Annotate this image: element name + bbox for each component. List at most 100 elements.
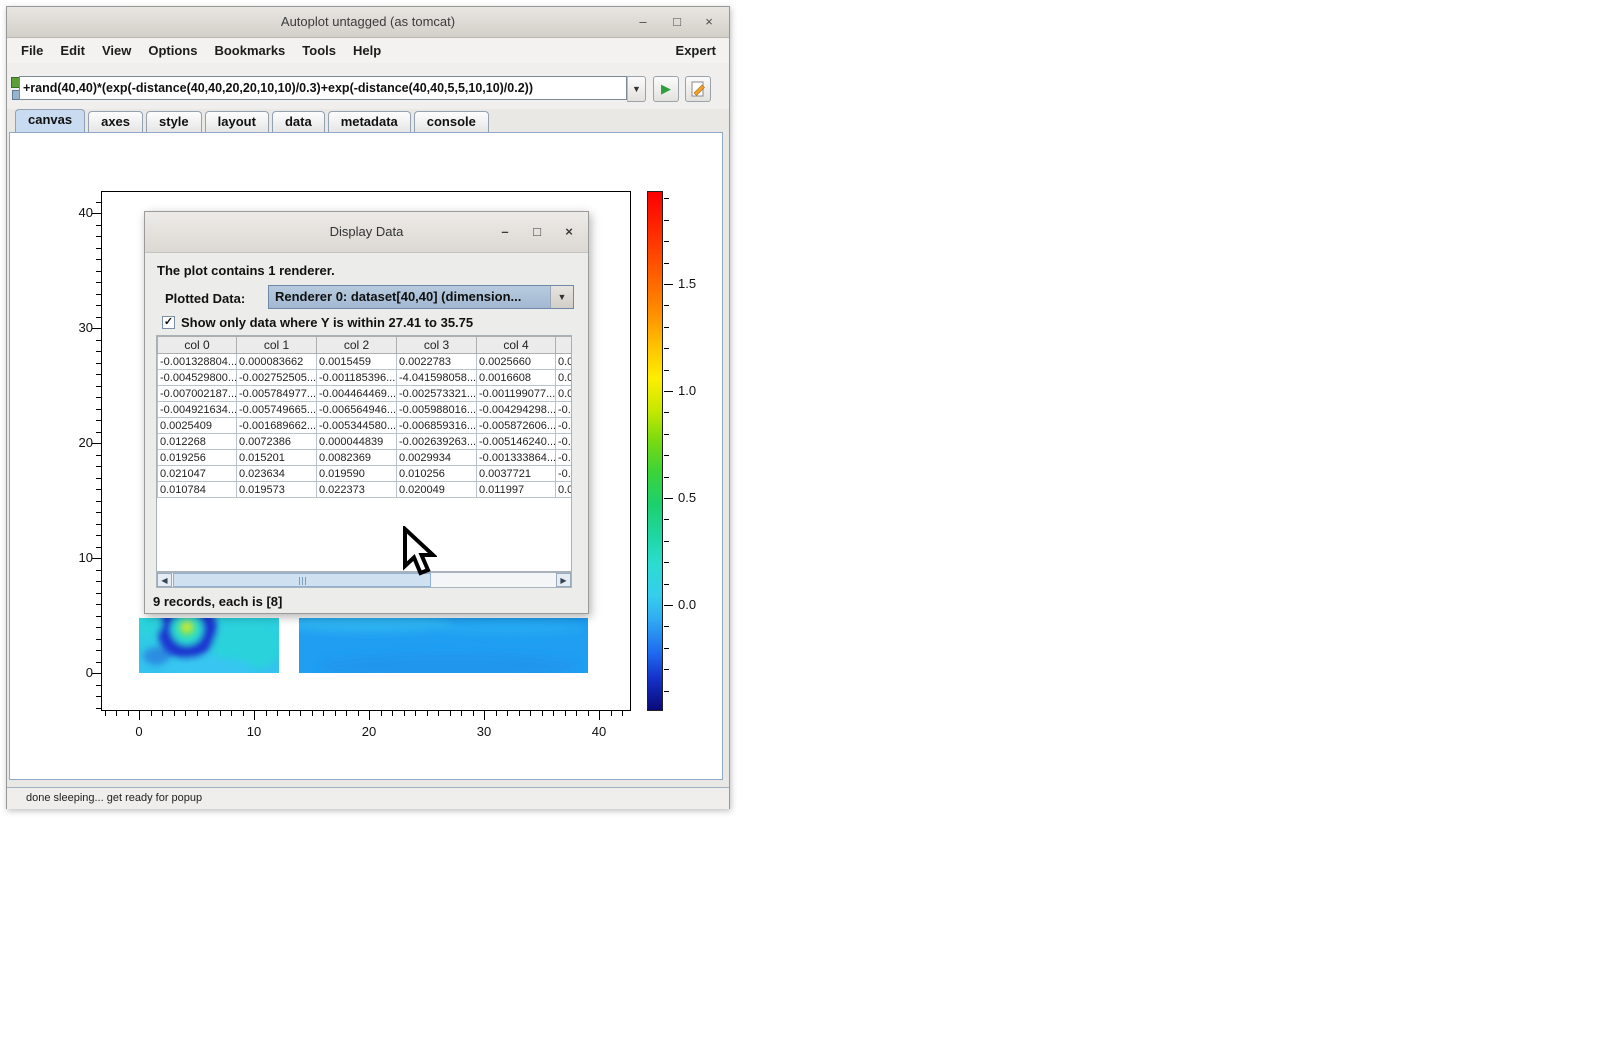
dialog-close-icon[interactable]: × [558, 212, 580, 252]
y-axis-tick [96, 271, 101, 272]
uri-input[interactable] [19, 76, 627, 100]
y-axis-tick [96, 524, 101, 525]
table-cell: -0.005146240... [477, 434, 556, 450]
menu-expert-toggle[interactable]: Expert [676, 38, 716, 63]
menu-item-options[interactable]: Options [148, 43, 197, 58]
y-axis-tick [96, 512, 101, 513]
colorbar-tick [664, 327, 669, 328]
menu-item-view[interactable]: View [102, 43, 131, 58]
table-row[interactable]: 0.0210470.0236340.0195900.0102560.003772… [158, 466, 573, 482]
desktop: Autoplot untagged (as tomcat) – □ × File… [0, 0, 1600, 1050]
x-axis-tick [599, 711, 600, 720]
y-axis-tick [96, 363, 101, 364]
x-axis-tick [197, 711, 198, 716]
table-header-row: col 0col 1col 2col 3col 4 [158, 337, 573, 354]
table-row[interactable]: 0.0107840.0195730.0223730.0200490.011997… [158, 482, 573, 498]
window-titlebar[interactable]: Autoplot untagged (as tomcat) – □ × [7, 7, 729, 38]
dialog-minimize-icon[interactable]: – [494, 212, 516, 252]
x-axis-tick [277, 711, 278, 716]
y-axis-tick [96, 489, 101, 490]
colorbar-tick [664, 562, 669, 563]
dialog-titlebar[interactable]: Display Data – □ × [145, 212, 588, 253]
table-cell: -0.002752505... [237, 370, 317, 386]
scroll-right-icon[interactable]: ▶ [556, 573, 571, 587]
y-axis-tick [96, 570, 101, 571]
table-cell: 0.0025409 [158, 418, 237, 434]
horizontal-scrollbar[interactable]: ◀ ▶ [156, 572, 572, 588]
x-axis-tick [565, 711, 566, 716]
x-axis-tick [151, 711, 152, 716]
y-axis-tick [96, 236, 101, 237]
uri-history-dropdown[interactable]: ▼ [627, 76, 646, 102]
x-axis-tick [300, 711, 301, 716]
table-row[interactable]: -0.004921634...-0.005749665...-0.0065649… [158, 402, 573, 418]
x-axis-tick [588, 711, 589, 716]
tab-data[interactable]: data [272, 111, 325, 133]
y-axis-tick [96, 259, 101, 260]
table-cell: -0.004529800... [158, 370, 237, 386]
colorbar-tick [664, 412, 669, 413]
plot-go-button[interactable]: ▶ [653, 76, 679, 102]
window-close-icon[interactable]: × [697, 7, 721, 37]
tab-style[interactable]: style [146, 111, 202, 133]
data-table-container[interactable]: col 0col 1col 2col 3col 4 -0.001328804..… [156, 335, 572, 572]
inspect-uri-button[interactable] [685, 76, 711, 102]
scrollbar-thumb[interactable] [173, 573, 431, 587]
tab-row: canvasaxesstylelayoutdatametadataconsole [15, 109, 489, 133]
menu-item-help[interactable]: Help [353, 43, 381, 58]
y-axis-tick [92, 443, 101, 444]
window-maximize-icon[interactable]: □ [665, 7, 689, 37]
tab-layout[interactable]: layout [205, 111, 269, 133]
y-axis-tick [96, 420, 101, 421]
y-axis-tick [96, 386, 101, 387]
y-axis-label: 20 [61, 435, 93, 450]
table-row[interactable]: 0.0192560.0152010.00823690.0029934-0.001… [158, 450, 573, 466]
table-row[interactable]: -0.004529800...-0.002752505...-0.0011853… [158, 370, 573, 386]
colorbar-tick [664, 691, 669, 692]
table-cell: -0.001328804... [158, 354, 237, 370]
colorbar-tick [664, 370, 669, 371]
table-cell: 0.00 [556, 386, 573, 402]
table-cell: -4.041598058... [397, 370, 477, 386]
x-axis-tick [404, 711, 405, 716]
x-axis-tick [289, 711, 290, 716]
table-row[interactable]: 0.0122680.00723860.000044839-0.002639263… [158, 434, 573, 450]
window-minimize-icon[interactable]: – [631, 7, 655, 37]
x-axis-tick [266, 711, 267, 716]
menu-item-tools[interactable]: Tools [302, 43, 336, 58]
y-axis-tick [96, 294, 101, 295]
filter-checkbox[interactable]: ✓ [162, 316, 175, 329]
table-row[interactable]: -0.007002187...-0.005784977...-0.0044644… [158, 386, 573, 402]
autoplot-window: Autoplot untagged (as tomcat) – □ × File… [6, 6, 730, 809]
table-cell: 0.010784 [158, 482, 237, 498]
tab-canvas[interactable]: canvas [15, 109, 85, 133]
table-cell: -0.002573321... [397, 386, 477, 402]
x-axis-tick [139, 711, 140, 720]
colorbar-tick [664, 498, 673, 499]
scroll-left-icon[interactable]: ◀ [157, 573, 172, 587]
y-axis-tick [96, 547, 101, 548]
plotted-data-combobox[interactable]: Renderer 0: dataset[40,40] (dimension...… [268, 285, 574, 309]
colorbar-tick [664, 263, 669, 264]
table-cell: 0.0025660 [477, 354, 556, 370]
x-axis-tick [427, 711, 428, 716]
y-axis-tick [96, 627, 101, 628]
tab-metadata[interactable]: metadata [328, 111, 411, 133]
combo-chevron-down-icon[interactable]: ▼ [550, 286, 573, 308]
table-row[interactable]: 0.0025409-0.001689662...-0.005344580...-… [158, 418, 573, 434]
menu-item-file[interactable]: File [21, 43, 43, 58]
menu-item-bookmarks[interactable]: Bookmarks [214, 43, 285, 58]
filter-checkbox-label: Show only data where Y is within 27.41 t… [181, 315, 473, 330]
x-axis-label: 40 [583, 724, 615, 739]
table-cell: -0.005344580... [317, 418, 397, 434]
table-row[interactable]: -0.001328804...0.0000836620.00154590.002… [158, 354, 573, 370]
tab-console[interactable]: console [414, 111, 489, 133]
tab-axes[interactable]: axes [88, 111, 143, 133]
colorbar-tick [664, 434, 669, 435]
menu-item-edit[interactable]: Edit [60, 43, 85, 58]
x-axis-tick [220, 711, 221, 716]
x-axis-tick [208, 711, 209, 716]
table-cell: 0.019256 [158, 450, 237, 466]
dialog-maximize-icon[interactable]: □ [526, 212, 548, 252]
table-cell: -0.001185396... [317, 370, 397, 386]
